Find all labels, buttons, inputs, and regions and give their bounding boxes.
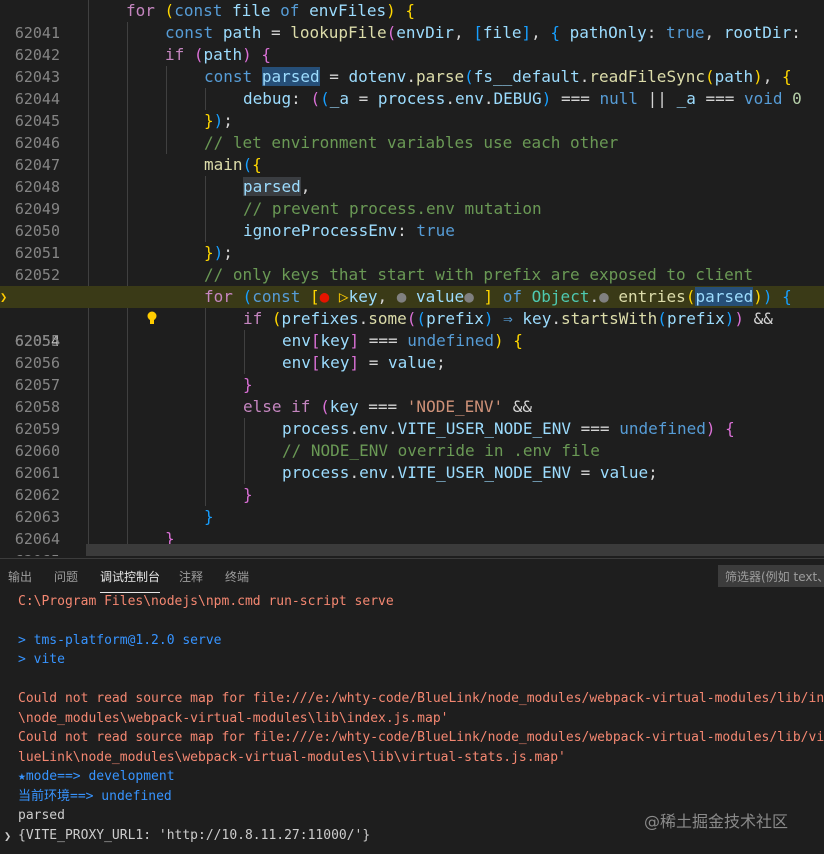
code-line[interactable]: 62064 } bbox=[0, 506, 824, 548]
debug-current-arrow-icon: ❯ bbox=[0, 290, 8, 304]
console-object[interactable]: {VITE_PROXY_URL1: 'http://10.8.11.27:110… bbox=[18, 826, 370, 846]
horizontal-scrollbar[interactable] bbox=[86, 544, 824, 556]
code-text: } bbox=[243, 375, 253, 394]
code-line[interactable]: 62056 env[key] === undefined) { bbox=[0, 330, 824, 372]
current-line[interactable]: ❯ 62054 for (const [● ▷key, ● value● ] o… bbox=[0, 286, 824, 350]
code-text: const parsed = dotenv.parse(fs__default.… bbox=[204, 67, 792, 86]
code-text: for (const file of envFiles) { bbox=[126, 1, 416, 20]
code-text: if (path) { bbox=[165, 45, 271, 64]
code-line[interactable]: 62059 else if (key === 'NODE_ENV' && bbox=[0, 396, 824, 438]
line-number: 62065 bbox=[10, 550, 60, 556]
code-text: if (prefixes.some((prefix) ⇒ key.startsW… bbox=[243, 309, 773, 328]
code-text: debug: ((_a = process.env.DEBUG) === nul… bbox=[243, 89, 802, 108]
console-line: parsed bbox=[18, 808, 65, 823]
code-text: // only keys that start with prefix are … bbox=[204, 265, 754, 284]
code-line[interactable]: 62052 }); bbox=[0, 242, 824, 284]
code-text: process.env.VITE_USER_NODE_ENV === undef… bbox=[282, 419, 735, 438]
filter-input[interactable]: 筛选器(例如 text、 bbox=[718, 565, 824, 587]
code-text: parsed, bbox=[243, 177, 311, 196]
code-line[interactable]: 62055 if (prefixes.some((prefix) ⇒ key.s… bbox=[0, 308, 824, 350]
tab-problems[interactable]: 问题 bbox=[54, 568, 78, 585]
code-line[interactable]: 62057 env[key] = value; bbox=[0, 352, 824, 394]
code-line[interactable]: 62051 ignoreProcessEnv: true bbox=[0, 220, 824, 262]
code-line[interactable]: 62043 if (path) { bbox=[0, 44, 824, 86]
panel-tab-bar: 输出 问题 调试控制台 注释 终端 筛选器(例如 text、 bbox=[0, 558, 824, 593]
code-text: const path = lookupFile(envDir, [file], … bbox=[165, 23, 801, 42]
console-line: ★mode==> development bbox=[18, 769, 175, 784]
code-line[interactable]: 62061 // NODE_ENV override in .env file bbox=[0, 440, 824, 482]
console-line: > vite bbox=[18, 652, 65, 667]
watermark: @稀土掘金技术社区 bbox=[644, 812, 789, 831]
code-text: main({ bbox=[204, 155, 262, 174]
code-text: for (const [● ▷key, ● value● ] of Object… bbox=[204, 287, 792, 306]
code-text: ignoreProcessEnv: true bbox=[243, 221, 455, 240]
tab-terminal[interactable]: 终端 bbox=[225, 568, 249, 585]
code-text: process.env.VITE_USER_NODE_ENV = value; bbox=[282, 463, 658, 482]
console-line: > tms-platform@1.2.0 serve bbox=[18, 633, 222, 648]
code-text: } bbox=[204, 507, 214, 526]
code-text: } bbox=[243, 485, 253, 504]
code-line[interactable]: 62047 // let environment variables use e… bbox=[0, 132, 824, 174]
code-text: // prevent process.env mutation bbox=[243, 199, 542, 218]
code-line[interactable]: 62063 } bbox=[0, 484, 824, 526]
code-text: }); bbox=[204, 243, 233, 262]
code-text: else if (key === 'NODE_ENV' && bbox=[243, 397, 533, 416]
code-line[interactable]: 62042 const path = lookupFile(envDir, [f… bbox=[0, 22, 824, 64]
code-line[interactable]: 62048 main({ bbox=[0, 154, 824, 196]
code-line[interactable]: 62041 for (const file of envFiles) { bbox=[0, 0, 824, 42]
lightbulb-icon[interactable] bbox=[88, 288, 157, 324]
console-line: C:\Program Files\nodejs\npm.cmd run-scri… bbox=[18, 594, 394, 609]
console-line: Could not read source map for file:///e:… bbox=[18, 691, 824, 706]
expand-chevron-icon[interactable]: ❯ bbox=[4, 826, 11, 846]
code-line[interactable]: 62044 const parsed = dotenv.parse(fs__de… bbox=[0, 66, 824, 108]
code-text: // let environment variables use each ot… bbox=[204, 133, 619, 152]
code-line[interactable]: 62050 // prevent process.env mutation bbox=[0, 198, 824, 240]
code-line[interactable]: 62049 parsed, bbox=[0, 176, 824, 218]
tab-comments[interactable]: 注释 bbox=[179, 568, 203, 585]
code-line[interactable]: 62053 // only keys that start with prefi… bbox=[0, 264, 824, 306]
code-text: }); bbox=[204, 111, 233, 130]
code-text: env[key] === undefined) { bbox=[282, 331, 523, 350]
code-line[interactable]: 62062 process.env.VITE_USER_NODE_ENV = v… bbox=[0, 462, 824, 504]
tab-output[interactable]: 输出 bbox=[8, 568, 32, 585]
code-line[interactable]: 62060 process.env.VITE_USER_NODE_ENV ===… bbox=[0, 418, 824, 460]
tab-debug-console[interactable]: 调试控制台 bbox=[100, 568, 161, 593]
code-line[interactable]: 62058 } bbox=[0, 374, 824, 416]
code-line[interactable]: 62045 debug: ((_a = process.env.DEBUG) =… bbox=[0, 88, 824, 130]
console-line: lueLink\node_modules\webpack-virtual-mod… bbox=[18, 750, 566, 765]
code-text: env[key] = value; bbox=[282, 353, 446, 372]
console-line: 当前环境==> undefined bbox=[18, 789, 172, 804]
console-line: Could not read source map for file:///e:… bbox=[18, 730, 824, 745]
code-text: // NODE_ENV override in .env file bbox=[282, 441, 600, 460]
code-line[interactable]: 62046 }); bbox=[0, 110, 824, 152]
console-line: \node_modules\webpack-virtual-modules\li… bbox=[18, 711, 449, 726]
code-editor[interactable]: 62041 for (const file of envFiles) { 620… bbox=[0, 0, 824, 556]
